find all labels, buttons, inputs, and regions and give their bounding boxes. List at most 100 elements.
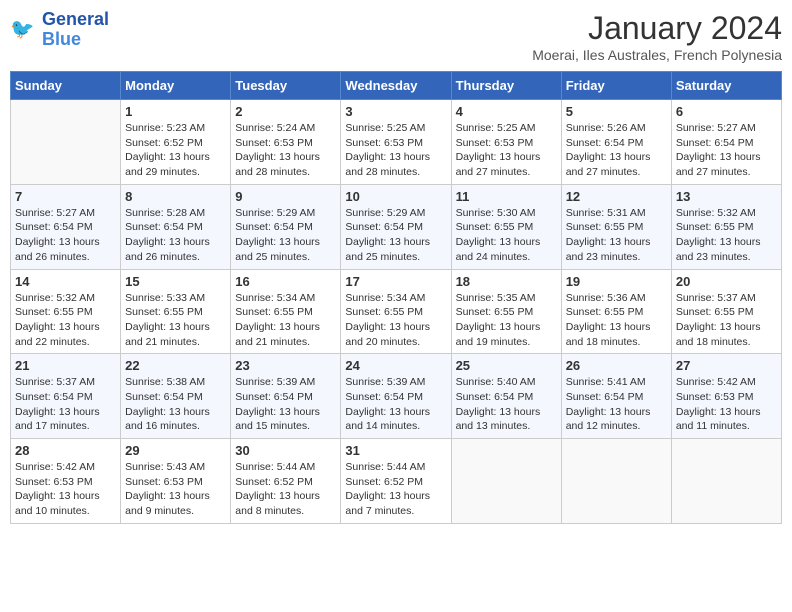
day-info: Sunrise: 5:27 AM Sunset: 6:54 PM Dayligh… [676,121,777,180]
day-number: 26 [566,358,667,373]
calendar-cell: 26 Sunrise: 5:41 AM Sunset: 6:54 PM Dayli… [561,354,671,439]
day-info: Sunrise: 5:39 AM Sunset: 6:54 PM Dayligh… [345,375,446,434]
day-info: Sunrise: 5:23 AM Sunset: 6:52 PM Dayligh… [125,121,226,180]
day-number: 24 [345,358,446,373]
calendar-cell: 16 Sunrise: 5:34 AM Sunset: 6:55 PM Dayli… [231,269,341,354]
day-info: Sunrise: 5:25 AM Sunset: 6:53 PM Dayligh… [345,121,446,180]
day-number: 18 [456,274,557,289]
day-info: Sunrise: 5:43 AM Sunset: 6:53 PM Dayligh… [125,460,226,519]
weekday-header: Thursday [451,72,561,100]
calendar-cell: 5Sunrise: 5:26 AM Sunset: 6:54 PM Daylig… [561,100,671,185]
calendar-cell: 24 Sunrise: 5:39 AM Sunset: 6:54 PM Dayli… [341,354,451,439]
calendar-cell: 6 Sunrise: 5:27 AM Sunset: 6:54 PM Daylig… [671,100,781,185]
calendar-cell [671,439,781,524]
day-info: Sunrise: 5:27 AM Sunset: 6:54 PM Dayligh… [15,206,116,265]
weekday-header: Sunday [11,72,121,100]
calendar-cell: 2 Sunrise: 5:24 AM Sunset: 6:53 PM Daylig… [231,100,341,185]
day-info: Sunrise: 5:30 AM Sunset: 6:55 PM Dayligh… [456,206,557,265]
day-number: 7 [15,189,116,204]
day-info: Sunrise: 5:38 AM Sunset: 6:54 PM Dayligh… [125,375,226,434]
calendar-cell: 12Sunrise: 5:31 AM Sunset: 6:55 PM Dayli… [561,184,671,269]
day-info: Sunrise: 5:44 AM Sunset: 6:52 PM Dayligh… [345,460,446,519]
day-number: 2 [235,104,336,119]
day-number: 19 [566,274,667,289]
svg-text:🐦: 🐦 [10,18,34,40]
day-info: Sunrise: 5:44 AM Sunset: 6:52 PM Dayligh… [235,460,336,519]
day-number: 17 [345,274,446,289]
logo: 🐦 General Blue [10,10,109,50]
day-number: 15 [125,274,226,289]
calendar-cell: 13 Sunrise: 5:32 AM Sunset: 6:55 PM Dayli… [671,184,781,269]
day-info: Sunrise: 5:42 AM Sunset: 6:53 PM Dayligh… [15,460,116,519]
day-number: 5 [566,104,667,119]
day-info: Sunrise: 5:39 AM Sunset: 6:54 PM Dayligh… [235,375,336,434]
calendar-cell: 18 Sunrise: 5:35 AM Sunset: 6:55 PM Dayli… [451,269,561,354]
day-number: 11 [456,189,557,204]
day-number: 16 [235,274,336,289]
day-info: Sunrise: 5:40 AM Sunset: 6:54 PM Dayligh… [456,375,557,434]
day-number: 1 [125,104,226,119]
day-info: Sunrise: 5:36 AM Sunset: 6:55 PM Dayligh… [566,291,667,350]
logo-text: General Blue [42,10,109,50]
day-number: 13 [676,189,777,204]
day-info: Sunrise: 5:28 AM Sunset: 6:54 PM Dayligh… [125,206,226,265]
day-number: 20 [676,274,777,289]
day-info: Sunrise: 5:33 AM Sunset: 6:55 PM Dayligh… [125,291,226,350]
day-info: Sunrise: 5:29 AM Sunset: 6:54 PM Dayligh… [345,206,446,265]
weekday-header: Monday [121,72,231,100]
calendar-week-row: 7 Sunrise: 5:27 AM Sunset: 6:54 PM Daylig… [11,184,782,269]
logo-line1: General [42,9,109,29]
page-header: 🐦 General Blue January 2024 Moerai, Iles… [10,10,782,63]
title-block: January 2024 Moerai, Iles Australes, Fre… [532,10,782,63]
calendar-week-row: 28Sunrise: 5:42 AM Sunset: 6:53 PM Dayli… [11,439,782,524]
day-info: Sunrise: 5:41 AM Sunset: 6:54 PM Dayligh… [566,375,667,434]
month-title: January 2024 [532,10,782,47]
calendar-cell: 20 Sunrise: 5:37 AM Sunset: 6:55 PM Dayli… [671,269,781,354]
calendar-week-row: 21 Sunrise: 5:37 AM Sunset: 6:54 PM Dayli… [11,354,782,439]
calendar-cell: 30 Sunrise: 5:44 AM Sunset: 6:52 PM Dayli… [231,439,341,524]
location-title: Moerai, Iles Australes, French Polynesia [532,47,782,63]
day-info: Sunrise: 5:24 AM Sunset: 6:53 PM Dayligh… [235,121,336,180]
day-number: 22 [125,358,226,373]
day-info: Sunrise: 5:37 AM Sunset: 6:55 PM Dayligh… [676,291,777,350]
calendar-cell: 27 Sunrise: 5:42 AM Sunset: 6:53 PM Dayli… [671,354,781,439]
day-number: 27 [676,358,777,373]
calendar-cell: 15 Sunrise: 5:33 AM Sunset: 6:55 PM Dayli… [121,269,231,354]
calendar-cell: 11 Sunrise: 5:30 AM Sunset: 6:55 PM Dayli… [451,184,561,269]
day-info: Sunrise: 5:37 AM Sunset: 6:54 PM Dayligh… [15,375,116,434]
calendar-cell: 4 Sunrise: 5:25 AM Sunset: 6:53 PM Daylig… [451,100,561,185]
calendar-week-row: 14 Sunrise: 5:32 AM Sunset: 6:55 PM Dayli… [11,269,782,354]
day-number: 21 [15,358,116,373]
day-number: 10 [345,189,446,204]
day-number: 3 [345,104,446,119]
day-info: Sunrise: 5:42 AM Sunset: 6:53 PM Dayligh… [676,375,777,434]
day-number: 4 [456,104,557,119]
calendar-cell: 1 Sunrise: 5:23 AM Sunset: 6:52 PM Daylig… [121,100,231,185]
day-number: 6 [676,104,777,119]
calendar-cell: 31Sunrise: 5:44 AM Sunset: 6:52 PM Dayli… [341,439,451,524]
calendar-cell: 3 Sunrise: 5:25 AM Sunset: 6:53 PM Daylig… [341,100,451,185]
day-number: 25 [456,358,557,373]
day-info: Sunrise: 5:34 AM Sunset: 6:55 PM Dayligh… [235,291,336,350]
day-info: Sunrise: 5:25 AM Sunset: 6:53 PM Dayligh… [456,121,557,180]
calendar-cell: 10 Sunrise: 5:29 AM Sunset: 6:54 PM Dayli… [341,184,451,269]
day-info: Sunrise: 5:35 AM Sunset: 6:55 PM Dayligh… [456,291,557,350]
day-info: Sunrise: 5:34 AM Sunset: 6:55 PM Dayligh… [345,291,446,350]
day-info: Sunrise: 5:32 AM Sunset: 6:55 PM Dayligh… [676,206,777,265]
day-number: 14 [15,274,116,289]
calendar-cell [11,100,121,185]
weekday-header: Saturday [671,72,781,100]
calendar-cell: 23 Sunrise: 5:39 AM Sunset: 6:54 PM Dayli… [231,354,341,439]
day-number: 8 [125,189,226,204]
day-number: 23 [235,358,336,373]
calendar-cell: 21 Sunrise: 5:37 AM Sunset: 6:54 PM Dayli… [11,354,121,439]
day-info: Sunrise: 5:32 AM Sunset: 6:55 PM Dayligh… [15,291,116,350]
calendar-cell: 8 Sunrise: 5:28 AM Sunset: 6:54 PM Daylig… [121,184,231,269]
calendar-cell: 17 Sunrise: 5:34 AM Sunset: 6:55 PM Dayli… [341,269,451,354]
calendar-cell [451,439,561,524]
calendar-cell: 9Sunrise: 5:29 AM Sunset: 6:54 PM Daylig… [231,184,341,269]
day-info: Sunrise: 5:31 AM Sunset: 6:55 PM Dayligh… [566,206,667,265]
calendar-cell: 28Sunrise: 5:42 AM Sunset: 6:53 PM Dayli… [11,439,121,524]
day-number: 30 [235,443,336,458]
calendar-cell: 22 Sunrise: 5:38 AM Sunset: 6:54 PM Dayli… [121,354,231,439]
